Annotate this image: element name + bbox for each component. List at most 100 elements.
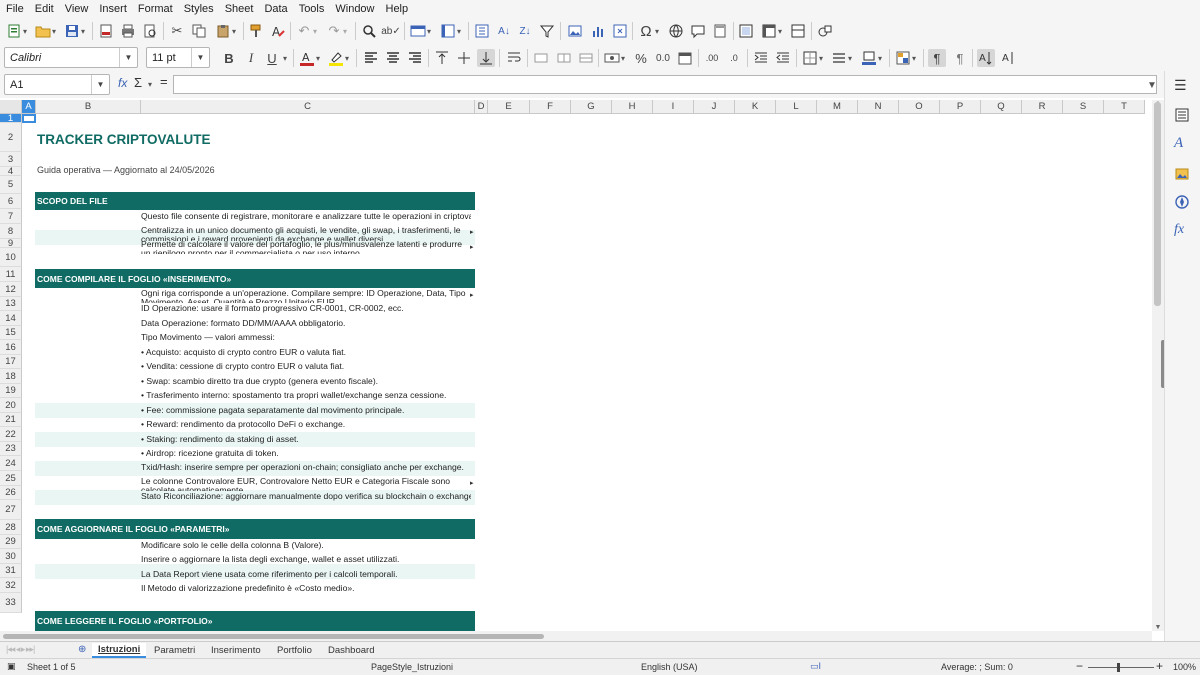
row-header-18[interactable]: 18 <box>0 369 22 384</box>
border-style-dropdown-icon[interactable]: ▾ <box>848 54 852 63</box>
row-header-24[interactable]: 24 <box>0 456 22 471</box>
tab-inserimento[interactable]: Inserimento <box>205 643 267 658</box>
menu-sheet[interactable]: Sheet <box>225 3 254 15</box>
row-header-28[interactable]: 28 <box>0 520 22 535</box>
column-header-f[interactable]: F <box>530 100 571 114</box>
column-icon[interactable] <box>439 22 457 40</box>
zoom-slider-thumb[interactable] <box>1117 663 1120 672</box>
menu-help[interactable]: Help <box>386 3 409 15</box>
column-header-h[interactable]: H <box>612 100 653 114</box>
undo-dropdown-icon[interactable]: ▾ <box>313 27 317 36</box>
column-header-k[interactable]: K <box>735 100 776 114</box>
name-box-dropdown-icon[interactable]: ▼ <box>91 75 109 94</box>
conditional-format-icon[interactable] <box>894 49 912 67</box>
row-header-31[interactable]: 31 <box>0 564 22 578</box>
styles-icon[interactable]: A <box>1174 135 1183 152</box>
align-left-icon[interactable] <box>362 49 380 67</box>
pivot-table-icon[interactable] <box>611 22 629 40</box>
sort-ascending-icon[interactable]: A↓ <box>495 22 513 40</box>
tab-istruzioni[interactable]: Istruzioni <box>92 643 147 658</box>
special-character-icon[interactable]: Ω <box>637 22 655 40</box>
text-left-to-right-icon[interactable]: A <box>977 49 995 67</box>
row-dropdown-icon[interactable]: ▾ <box>427 27 431 36</box>
menu-data[interactable]: Data <box>264 3 287 15</box>
menu-edit[interactable]: Edit <box>35 3 54 15</box>
select-function-icon[interactable]: Σ <box>134 75 142 90</box>
comment-icon[interactable] <box>689 22 707 40</box>
font-color-icon[interactable]: A <box>298 49 316 67</box>
currency-dropdown-icon[interactable]: ▾ <box>621 54 625 63</box>
clear-formatting-icon[interactable]: A <box>269 22 287 40</box>
unmerge-cells-icon[interactable] <box>577 49 595 67</box>
column-header-q[interactable]: Q <box>981 100 1022 114</box>
tab-portfolio[interactable]: Portfolio <box>271 643 318 658</box>
row-header-15[interactable]: 15 <box>0 326 22 340</box>
row-header-5[interactable]: 5 <box>0 176 22 194</box>
formula-input[interactable] <box>173 75 1157 94</box>
name-box[interactable]: A1 ▼ <box>4 74 110 95</box>
column-header-r[interactable]: R <box>1022 100 1063 114</box>
column-header-o[interactable]: O <box>899 100 940 114</box>
highlight-dropdown-icon[interactable]: ▾ <box>345 54 349 63</box>
row-header-14[interactable]: 14 <box>0 311 22 326</box>
row-header-30[interactable]: 30 <box>0 549 22 564</box>
functions-icon[interactable]: fx <box>1174 222 1184 238</box>
add-decimal-button[interactable]: .00 <box>703 49 721 67</box>
center-vertically-icon[interactable] <box>455 49 473 67</box>
row-header-10[interactable]: 10 <box>0 248 22 267</box>
row-header-1[interactable]: 1 <box>0 113 22 124</box>
zoom-level[interactable]: 100% <box>1173 662 1196 672</box>
autofilter-icon[interactable] <box>538 22 556 40</box>
sort-descending-icon[interactable]: Z↓ <box>516 22 534 40</box>
find-replace-icon[interactable] <box>360 22 378 40</box>
menu-file[interactable]: File <box>6 3 24 15</box>
split-window-icon[interactable] <box>789 22 807 40</box>
insert-image-icon[interactable] <box>566 22 584 40</box>
font-name-box[interactable]: Calibri ▼ <box>4 47 138 68</box>
menu-styles[interactable]: Styles <box>184 3 214 15</box>
row-header-20[interactable]: 20 <box>0 398 22 413</box>
currency-format-icon[interactable] <box>603 49 621 67</box>
horizontal-scrollbar[interactable] <box>0 631 1152 641</box>
row-header-12[interactable]: 12 <box>0 282 22 297</box>
column-header-c[interactable]: C <box>141 100 475 114</box>
zoom-in-icon[interactable]: + <box>1156 659 1163 673</box>
bold-button[interactable]: B <box>220 49 238 67</box>
add-sheet-icon[interactable]: ⊕ <box>78 644 86 655</box>
gallery-icon[interactable] <box>1174 166 1190 185</box>
column-header-e[interactable]: E <box>488 100 530 114</box>
increase-indent-icon[interactable] <box>752 49 770 67</box>
active-cell-cursor[interactable] <box>22 114 36 123</box>
properties-icon[interactable] <box>1174 107 1190 126</box>
zoom-slider[interactable] <box>1088 667 1154 668</box>
clone-formatting-icon[interactable] <box>247 22 265 40</box>
row-header-32[interactable]: 32 <box>0 578 22 593</box>
row-header-16[interactable]: 16 <box>0 340 22 355</box>
tab-dashboard[interactable]: Dashboard <box>322 643 380 658</box>
row-header-2[interactable]: 2 <box>0 123 22 152</box>
row-header-26[interactable]: 26 <box>0 486 22 500</box>
border-color-icon[interactable] <box>860 49 878 67</box>
freeze-dropdown-icon[interactable]: ▾ <box>778 27 782 36</box>
row-header-9[interactable]: 9 <box>0 238 22 249</box>
align-bottom-icon[interactable] <box>477 49 495 67</box>
menu-insert[interactable]: Insert <box>99 3 127 15</box>
underline-button[interactable]: U <box>263 49 281 67</box>
row-header-17[interactable]: 17 <box>0 355 22 369</box>
column-dropdown-icon[interactable]: ▾ <box>457 27 461 36</box>
row-icon[interactable] <box>409 22 427 40</box>
merge-cells-icon[interactable] <box>555 49 573 67</box>
merge-center-icon[interactable] <box>532 49 550 67</box>
column-header-b[interactable]: B <box>36 100 141 114</box>
text-top-to-bottom-icon[interactable]: A <box>1000 49 1018 67</box>
navigator-icon[interactable] <box>1174 194 1190 213</box>
highlight-color-icon[interactable] <box>327 49 345 67</box>
date-format-icon[interactable] <box>676 49 694 67</box>
font-size-dropdown-icon[interactable]: ▼ <box>191 48 209 67</box>
row-header-21[interactable]: 21 <box>0 413 22 427</box>
align-center-icon[interactable] <box>384 49 402 67</box>
borders-icon[interactable] <box>801 49 819 67</box>
language-status[interactable]: English (USA) <box>641 662 698 672</box>
row-header-25[interactable]: 25 <box>0 471 22 486</box>
border-style-icon[interactable] <box>830 49 848 67</box>
